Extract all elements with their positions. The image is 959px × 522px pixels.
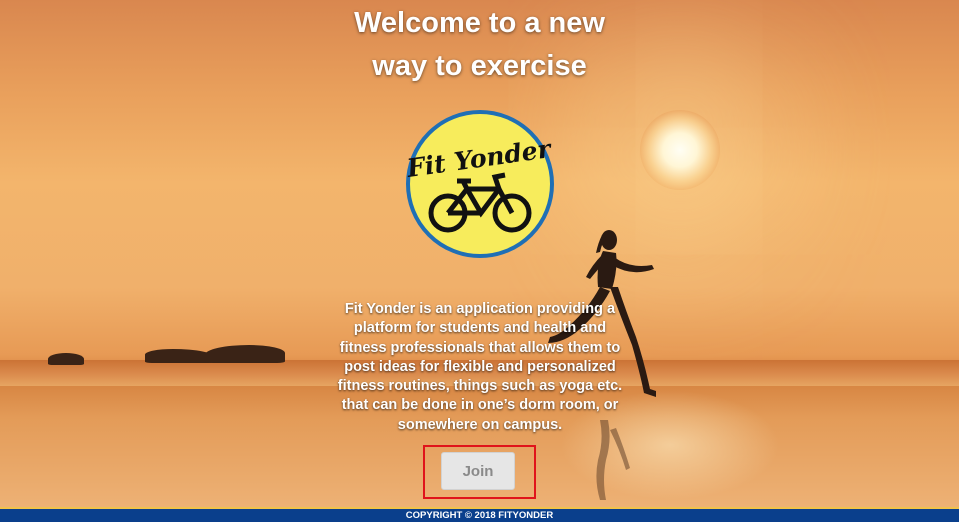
fit-yonder-logo: Fit Yonder [405,110,554,258]
footer: COPYRIGHT © 2018 FITYONDER [0,507,959,522]
sun-glow [640,110,720,190]
island-silhouette [48,353,84,365]
copyright-text: COPYRIGHT © 2018 FITYONDER [405,510,554,521]
headline-line-2: way to exercise [372,50,587,82]
island-silhouette [205,345,285,363]
page-title: Welcome to a new way to exercise [0,2,959,88]
headline-line-1: Welcome to a new [354,7,605,39]
landing-page: Welcome to a new way to exercise Fit Yon… [0,0,959,522]
app-description: Fit Yonder is an application providing a… [337,301,623,433]
join-button[interactable]: Join [441,452,515,490]
